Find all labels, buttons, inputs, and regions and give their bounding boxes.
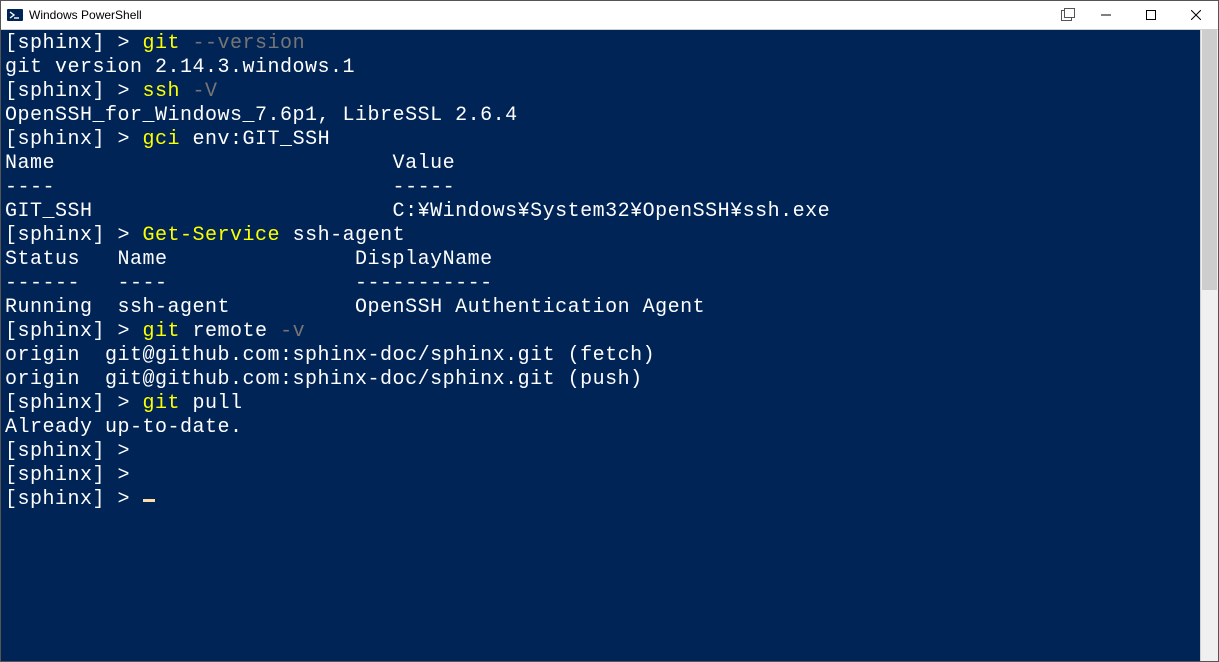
window-body: [sphinx] > git --versiongit version 2.14… [1,30,1218,661]
terminal-text: [sphinx] > [5,80,143,103]
window-title: Windows PowerShell [29,8,142,22]
terminal-text: Running ssh-agent OpenSSH Authentication… [5,296,705,319]
terminal-text: -V [193,80,218,103]
terminal-text: git [143,392,193,415]
terminal-text: origin git@github.com:sphinx-doc/sphinx.… [5,344,655,367]
terminal-text: [sphinx] > [5,320,143,343]
terminal-text: [sphinx] > [5,488,143,511]
terminal-text: Status Name DisplayName [5,248,493,271]
terminal-line: GIT_SSH C:¥Windows¥System32¥OpenSSH¥ssh.… [5,200,1200,224]
terminal-text: [sphinx] > [5,440,130,463]
terminal-line: Name Value [5,152,1200,176]
terminal-text: [sphinx] > [5,392,143,415]
maximize-button[interactable] [1128,1,1173,29]
terminal-text: ssh-agent [293,224,406,247]
terminal-line: ------ ---- ----------- [5,272,1200,296]
terminal-line: ---- ----- [5,176,1200,200]
terminal-text: [sphinx] > [5,464,130,487]
terminal-text: git [143,32,193,55]
terminal-text: origin git@github.com:sphinx-doc/sphinx.… [5,368,643,391]
terminal-line: Running ssh-agent OpenSSH Authentication… [5,296,1200,320]
terminal-text: gci [143,128,193,151]
terminal-text: pull [193,392,243,415]
powershell-icon [7,7,23,23]
terminal-text: [sphinx] > [5,224,143,247]
terminal-line: [sphinx] > [5,440,1200,464]
close-button[interactable] [1173,1,1218,29]
terminal-line: [sphinx] > git remote -v [5,320,1200,344]
terminal-text: git version 2.14.3.windows.1 [5,56,355,79]
terminal-line: OpenSSH_for_Windows_7.6p1, LibreSSL 2.6.… [5,104,1200,128]
terminal-text: ------ ---- ----------- [5,272,493,295]
terminal-line: git version 2.14.3.windows.1 [5,56,1200,80]
terminal-line: [sphinx] > git pull [5,392,1200,416]
terminal-text: --version [193,32,306,55]
terminal-line: Status Name DisplayName [5,248,1200,272]
terminal-text: Name Value [5,152,455,175]
tabs-icon[interactable] [1053,1,1083,29]
terminal-text: Get-Service [143,224,293,247]
terminal-output[interactable]: [sphinx] > git --versiongit version 2.14… [1,30,1200,661]
terminal-line: [sphinx] > [5,464,1200,488]
terminal-line: [sphinx] > git --version [5,32,1200,56]
terminal-text: ---- ----- [5,176,455,199]
terminal-text: [sphinx] > [5,128,143,151]
scrollbar-thumb[interactable] [1202,30,1217,290]
terminal-text: GIT_SSH C:¥Windows¥System32¥OpenSSH¥ssh.… [5,200,830,223]
terminal-line: [sphinx] > [5,488,1200,512]
terminal-line: [sphinx] > gci env:GIT_SSH [5,128,1200,152]
terminal-text: remote [193,320,281,343]
powershell-window: Windows PowerShell [sphinx] > git --vers… [0,0,1219,662]
terminal-line: Already up-to-date. [5,416,1200,440]
terminal-line: [sphinx] > ssh -V [5,80,1200,104]
terminal-text: -v [280,320,305,343]
terminal-text: OpenSSH_for_Windows_7.6p1, LibreSSL 2.6.… [5,104,518,127]
titlebar[interactable]: Windows PowerShell [1,1,1218,30]
terminal-line: origin git@github.com:sphinx-doc/sphinx.… [5,344,1200,368]
terminal-line: origin git@github.com:sphinx-doc/sphinx.… [5,368,1200,392]
scrollbar[interactable] [1200,30,1218,661]
terminal-line: [sphinx] > Get-Service ssh-agent [5,224,1200,248]
terminal-text: [sphinx] > [5,32,143,55]
terminal-text: ssh [143,80,193,103]
cursor [143,499,155,502]
terminal-text: env:GIT_SSH [193,128,331,151]
terminal-text: Already up-to-date. [5,416,243,439]
minimize-button[interactable] [1083,1,1128,29]
terminal-text: git [143,320,193,343]
